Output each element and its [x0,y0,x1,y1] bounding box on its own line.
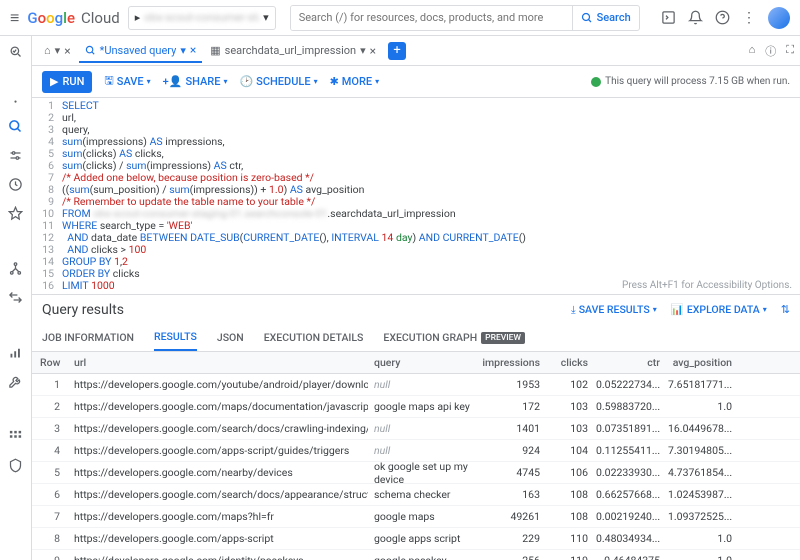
more-icon[interactable]: ⋮ [742,10,756,26]
avatar[interactable] [768,7,790,29]
results-tab[interactable]: JSON [217,324,244,351]
sliders-icon[interactable] [8,148,23,163]
project-icon: ▸ [135,11,141,24]
query-icon [85,45,96,56]
tab-unsaved[interactable]: *Unsaved query▾× [79,39,203,63]
search-icon [581,12,593,24]
schedule-button[interactable]: 🕑SCHEDULE▾ [239,75,317,88]
arrows-icon[interactable] [8,290,23,305]
shield-icon[interactable] [8,458,23,473]
clock-icon[interactable] [8,177,23,192]
grid-icon[interactable] [8,429,23,444]
table-row[interactable]: 5https://developers.google.com/nearby/de… [32,462,800,484]
column-header[interactable]: clicks [548,356,596,369]
expand-icon[interactable]: ⇅ [781,303,790,316]
fullscreen-icon[interactable]: ⛶ [786,43,794,59]
column-header[interactable]: ctr [596,356,668,369]
close-icon[interactable]: × [64,44,70,58]
results-tab[interactable]: RESULTS [154,324,197,351]
tree-icon[interactable] [8,261,23,276]
search-input[interactable] [291,6,572,30]
left-nav: ● [0,36,32,560]
table-icon: ▦ [210,44,220,57]
results-tabs: JOB INFORMATION RESULTS JSON EXECUTION DETA… [32,324,800,352]
check-icon [591,77,601,87]
dot-icon[interactable]: ● [14,99,17,105]
home-icon[interactable]: ⌂ [749,43,756,59]
add-tab-button[interactable]: + [388,42,406,60]
chevron-down-icon: ▾ [263,11,269,24]
results-header: Query results ⤓SAVE RESULTS▾ 📊EXPLORE DA… [32,294,800,324]
results-title: Query results [42,302,124,318]
table-row[interactable]: 3https://developers.google.com/search/do… [32,418,800,440]
bigquery-icon[interactable] [8,44,23,59]
console-icon[interactable] [661,10,676,25]
header: ≡ Google Cloud ▸ obs-scout-consumer-stag… [0,0,800,36]
menu-icon[interactable]: ≡ [10,8,19,28]
more-button[interactable]: ✱MORE▾ [330,75,380,88]
table-row[interactable]: 6https://developers.google.com/search/do… [32,484,800,506]
close-icon[interactable]: × [370,44,376,58]
column-header[interactable]: impressions [482,356,548,369]
run-button[interactable]: ▶RUN [42,71,92,93]
wrench-icon[interactable] [8,374,23,389]
table-row[interactable]: 1https://developers.google.com/youtube/a… [32,374,800,396]
search-nav-icon[interactable] [8,119,23,134]
accessibility-hint: Press Alt+F1 for Accessibility Options. [622,280,792,292]
table-row[interactable]: 9https://developers.google.com/identity/… [32,550,800,560]
column-header[interactable]: url [68,356,368,369]
table-row[interactable]: 8https://developers.google.com/apps-scri… [32,528,800,550]
bell-icon[interactable] [688,10,703,25]
info-icon[interactable]: ⓘ [765,43,776,59]
save-results-button[interactable]: ⤓SAVE RESULTS▾ [571,303,657,317]
results-grid: Rowurlqueryimpressionsclicksctravg_posit… [32,352,800,560]
bars-icon[interactable] [8,345,23,360]
tab-table[interactable]: ▦ searchdata_url_impression▾× [204,40,382,62]
results-tab[interactable]: EXECUTION GRAPHPREVIEW [383,324,525,351]
editor-tabs: ⌂▾× *Unsaved query▾× ▦ searchdata_url_im… [32,36,800,66]
tab-home[interactable]: ⌂▾× [38,40,77,62]
save-button[interactable]: 🖫SAVE▾ [104,72,150,91]
share-button[interactable]: +👤SHARE▾ [163,75,228,88]
logo[interactable]: Google Cloud [27,9,119,27]
search-button[interactable]: Search [572,6,639,30]
toolbar: ▶RUN 🖫SAVE▾ +👤SHARE▾ 🕑SCHEDULE▾ ✱MORE▾ T… [32,66,800,98]
search-bar: Search [290,5,640,31]
project-picker[interactable]: ▸ obs-scout-consumer-staging-01 ▾ [128,6,276,30]
results-tab[interactable]: EXECUTION DETAILS [264,324,364,351]
column-header[interactable]: Row [32,356,68,369]
star-icon[interactable] [8,206,23,221]
table-row[interactable]: 7https://developers.google.com/maps?hl=f… [32,506,800,528]
query-validation: This query will process 7.15 GB when run… [591,76,790,87]
sql-editor[interactable]: 1SELECT2url,3query,4sum(impressions) AS … [32,98,800,294]
results-tab[interactable]: JOB INFORMATION [42,324,134,351]
column-header[interactable]: avg_position [668,356,740,369]
help-icon[interactable] [715,10,730,25]
column-header[interactable]: query [368,356,482,369]
explore-data-button[interactable]: 📊EXPLORE DATA▾ [671,303,767,316]
table-row[interactable]: 2https://developers.google.com/maps/docu… [32,396,800,418]
close-icon[interactable]: × [190,43,196,57]
